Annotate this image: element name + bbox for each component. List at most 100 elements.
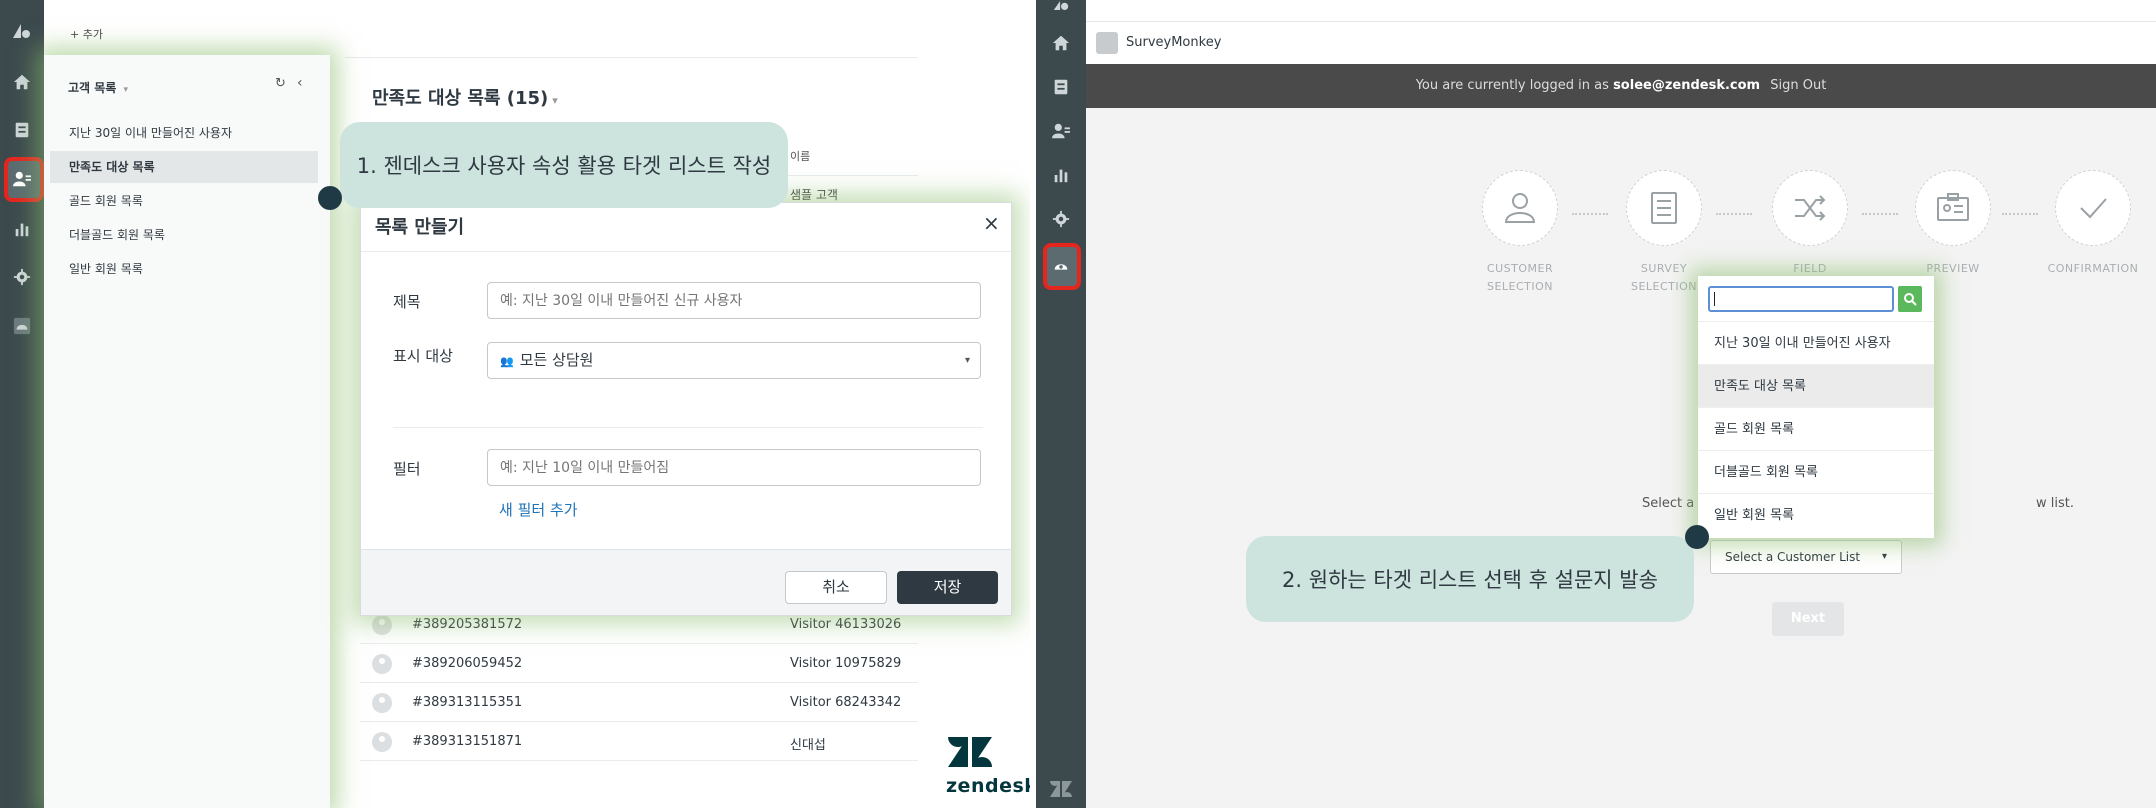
dropdown-option[interactable]: 골드 회원 목록 [1698, 407, 1934, 450]
views-header[interactable]: 고객 목록 ▾ [68, 79, 128, 96]
home-icon[interactable] [12, 72, 32, 92]
surveymonkey-app-icon[interactable] [1051, 256, 1071, 276]
login-user: solee@zendesk.com [1613, 78, 1761, 93]
customers-icon[interactable] [12, 169, 32, 189]
table-row[interactable]: #389313115351 Visitor 68243342 [360, 683, 918, 722]
table-row[interactable]: #389313151871 신대섭 [360, 722, 918, 761]
save-button[interactable]: 저장 [897, 571, 998, 604]
instruction-text: Select a [1642, 496, 1695, 511]
table-row[interactable]: #389206059452 Visitor 10975829 [360, 644, 918, 683]
audience-field-label: 표시 대상 [393, 347, 453, 365]
avatar [372, 615, 392, 635]
reporting-icon[interactable] [12, 219, 32, 239]
step-connector [1862, 213, 1898, 215]
add-button[interactable]: + 추가 [70, 26, 103, 42]
zendesk-wordmark: zendesk [946, 775, 1030, 797]
app-header: SurveyMonkey [1086, 22, 2156, 64]
audience-select[interactable]: 👥 모든 상담원 ▾ [487, 342, 981, 379]
view-item[interactable]: 지난 30일 이내 만들어진 사용자 [50, 117, 318, 149]
zendesk-brand-logo [948, 737, 992, 767]
reporting-icon[interactable] [1051, 165, 1071, 185]
document-icon [1651, 192, 1677, 224]
step-customer-selection [1482, 170, 1558, 246]
surveymonkey-logo-icon [1096, 32, 1118, 54]
topbar-divider [345, 57, 918, 58]
surveymonkey-app-icon[interactable] [12, 316, 32, 336]
login-banner: You are currently logged in as solee@zen… [1086, 64, 2156, 108]
title-input[interactable] [487, 282, 981, 319]
home-icon[interactable] [1051, 33, 1071, 53]
tickets-icon[interactable] [1051, 77, 1071, 97]
customer-list-select[interactable]: Select a Customer List ▾ [1710, 540, 1902, 574]
left-nav-rail [0, 0, 44, 808]
settings-gear-icon[interactable] [1051, 209, 1071, 229]
zendesk-logo-icon[interactable] [1051, 0, 1071, 20]
login-status: You are currently logged in as solee@zen… [1086, 78, 2156, 93]
table-cell-name: Visitor 68243342 [790, 695, 902, 710]
login-prefix: You are currently logged in as [1415, 78, 1609, 93]
text-cursor [1714, 292, 1715, 306]
dropdown-option[interactable]: 지난 30일 이내 만들어진 사용자 [1698, 321, 1934, 364]
view-item-selected[interactable]: 만족도 대상 목록 [50, 151, 318, 183]
modal-footer: 취소 저장 [361, 549, 1011, 615]
step-connector [1716, 213, 1752, 215]
tickets-icon[interactable] [12, 120, 32, 140]
view-title[interactable]: 만족도 대상 목록 (15) ▾ [372, 84, 558, 110]
zendesk-logo-icon[interactable] [11, 20, 33, 42]
close-icon[interactable]: × [983, 211, 1000, 235]
step-label: CONFIRMATION [2047, 262, 2139, 275]
avatar [372, 732, 392, 752]
instruction-text-end: w list. [2036, 496, 2074, 511]
audience-select-value: 모든 상담원 [519, 351, 594, 369]
dropdown-option[interactable]: 더블골드 회원 목록 [1698, 450, 1934, 493]
view-item[interactable]: 골드 회원 목록 [50, 185, 318, 217]
dropdown-search-input[interactable] [1708, 286, 1894, 312]
cancel-button[interactable]: 취소 [785, 571, 887, 604]
view-title-text: 만족도 대상 목록 (15) [372, 88, 549, 109]
sign-out-link[interactable]: Sign Out [1770, 78, 1826, 93]
next-button[interactable]: Next [1772, 602, 1844, 636]
step-connector [2002, 213, 2038, 215]
table-cell-id: #389206059452 [412, 656, 523, 671]
step-field [1772, 170, 1848, 246]
table-cell-name: 신대섭 [790, 738, 826, 753]
settings-gear-icon[interactable] [12, 267, 32, 287]
chevron-down-icon: ▾ [964, 355, 970, 366]
user-icon [1504, 193, 1536, 223]
chevron-down-icon: ▾ [1881, 551, 1887, 562]
chevron-down-icon: ▾ [123, 85, 129, 95]
views-panel: 고객 목록 ▾ ↻ ‹ 지난 30일 이내 만들어진 사용자 만족도 대상 목록… [44, 55, 330, 808]
search-button[interactable] [1898, 286, 1922, 312]
dropdown-option[interactable]: 일반 회원 목록 [1698, 493, 1934, 536]
left-screenshot: + 추가 만족도 대상 목록 (15) ▾ 이름 샘플 고객 #389205381… [0, 0, 1030, 808]
column-header-name[interactable]: 이름 [790, 148, 810, 164]
title-field-label: 제목 [393, 293, 421, 311]
step-preview [1915, 170, 1991, 246]
checkmark-icon [2080, 198, 2107, 219]
step-confirmation [2055, 170, 2131, 246]
step-label: CUSTOMER SELECTION [1486, 262, 1554, 293]
table-cell-name: Visitor 10975829 [790, 656, 902, 671]
callout-step-1: 1. 젠데스크 사용자 속성 활용 타겟 리스트 작성 [340, 122, 788, 208]
top-strip [1086, 0, 2156, 22]
id-card-icon [1937, 193, 1969, 221]
chevron-down-icon: ▾ [552, 94, 558, 107]
table-cell-name[interactable]: 샘플 고객 [790, 186, 838, 203]
callout-step-2: 2. 원하는 타겟 리스트 선택 후 설문지 발송 [1246, 536, 1694, 622]
dropdown-option-highlighted[interactable]: 만족도 대상 목록 [1698, 364, 1934, 407]
view-item[interactable]: 일반 회원 목록 [50, 253, 318, 285]
zendesk-footer-logo[interactable] [1049, 780, 1073, 798]
right-nav-rail [1036, 0, 1086, 808]
collapse-icon[interactable]: ‹ [297, 75, 303, 91]
add-filter-link[interactable]: 새 필터 추가 [499, 499, 578, 520]
views-header-label: 고객 목록 [68, 81, 117, 95]
view-item[interactable]: 더블골드 회원 목록 [50, 219, 318, 251]
group-icon: 👥 [500, 355, 514, 368]
refresh-icon[interactable]: ↻ [275, 76, 286, 91]
customers-icon[interactable] [1051, 121, 1071, 141]
right-screenshot: SurveyMonkey You are currently logged in… [1036, 0, 2156, 808]
callout-pointer-dot [318, 186, 342, 210]
modal-divider [361, 251, 1011, 252]
filter-input[interactable] [487, 449, 981, 486]
table-cell-id: #389313151871 [412, 734, 523, 749]
